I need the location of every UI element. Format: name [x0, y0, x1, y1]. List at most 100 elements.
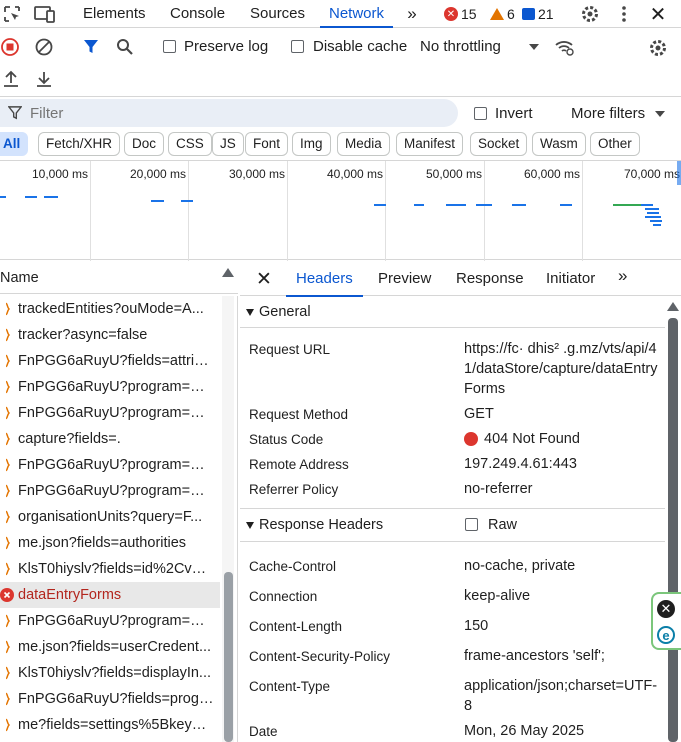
request-row[interactable]: FnPGG6aRuyU?program=Kl...: [0, 452, 220, 478]
request-row[interactable]: FnPGG6aRuyU?program=Kl...: [0, 400, 220, 426]
throttling-dropdown-icon[interactable]: [529, 44, 539, 50]
search-icon[interactable]: [115, 37, 135, 57]
chip-js[interactable]: JS: [212, 132, 244, 156]
request-row[interactable]: FnPGG6aRuyU?program=Kl...: [0, 608, 220, 634]
import-har-icon[interactable]: [1, 68, 21, 90]
request-row[interactable]: dataEntryForms: [0, 582, 220, 608]
request-name: me?fields=settings%5BkeyU...: [18, 717, 214, 733]
response-header-value: keep-alive: [464, 588, 531, 604]
chip-socket[interactable]: Socket: [470, 132, 528, 156]
request-row[interactable]: FnPGG6aRuyU?program=Kl...: [0, 478, 220, 504]
response-headers-section-header[interactable]: Response Headers Raw: [240, 511, 665, 539]
chip-css[interactable]: CSS: [168, 132, 212, 156]
request-row[interactable]: KlsT0hiyslv?fields=id%2Cver...: [0, 556, 220, 582]
preserve-log-label: Preserve log: [184, 38, 269, 55]
tab-headers[interactable]: Headers: [286, 270, 363, 297]
kebab-menu-icon[interactable]: [616, 4, 632, 24]
request-name: FnPGG6aRuyU?program=Kl...: [18, 483, 214, 499]
chip-other[interactable]: Other: [590, 132, 640, 156]
chip-all[interactable]: All: [0, 132, 29, 156]
tab-initiator[interactable]: Initiator: [546, 270, 595, 287]
chip-img[interactable]: Img: [292, 132, 331, 156]
throttling-select[interactable]: No throttling: [420, 38, 501, 55]
inspect-element-icon[interactable]: [2, 4, 22, 24]
filter-input[interactable]: [30, 105, 430, 122]
response-header-key: Connection: [249, 589, 318, 604]
more-tabs-icon[interactable]: »: [402, 4, 422, 24]
extension-logo-icon[interactable]: e: [657, 626, 675, 644]
timeline-cursor[interactable]: [677, 161, 681, 185]
tab-elements[interactable]: Elements: [83, 0, 146, 28]
chip-manifest[interactable]: Manifest: [396, 132, 464, 156]
disable-cache-checkbox[interactable]: [291, 40, 304, 53]
raw-checkbox[interactable]: [465, 518, 478, 531]
gridline: [385, 161, 386, 261]
more-detail-tabs-icon[interactable]: »: [618, 266, 627, 286]
close-detail-icon[interactable]: ✕: [256, 268, 272, 291]
request-list-scroll-thumb[interactable]: [224, 572, 233, 742]
more-filters-dropdown-icon[interactable]: [655, 111, 665, 117]
network-overview-timeline[interactable]: 10,000 ms 20,000 ms 30,000 ms 40,000 ms …: [0, 160, 681, 261]
request-row[interactable]: trackedEntities?ouMode=A...: [0, 296, 220, 322]
network-settings-gear-icon[interactable]: [647, 37, 669, 59]
timeline-bar: [151, 200, 164, 202]
timeline-bar: [44, 196, 58, 198]
request-error-icon: [0, 588, 14, 602]
chip-wasm[interactable]: Wasm: [532, 132, 586, 156]
extension-close-icon[interactable]: ✕: [657, 600, 675, 618]
response-header-value: 150: [464, 618, 489, 634]
tab-sources[interactable]: Sources: [250, 0, 305, 28]
tab-preview[interactable]: Preview: [378, 270, 431, 287]
invert-checkbox[interactable]: [474, 107, 487, 120]
chip-doc[interactable]: Doc: [124, 132, 165, 156]
filter-box[interactable]: [0, 99, 458, 127]
preserve-log-checkbox[interactable]: [163, 40, 176, 53]
error-icon: ✕: [444, 7, 458, 21]
request-row[interactable]: me.json?fields=authorities: [0, 530, 220, 556]
chip-font[interactable]: Font: [245, 132, 289, 156]
close-devtools-icon[interactable]: ✕: [648, 4, 668, 26]
message-count-badge[interactable]: 21: [522, 4, 554, 24]
request-row[interactable]: me?fields=settings%5BkeyU...: [0, 712, 220, 738]
sort-up-icon[interactable]: [222, 268, 234, 277]
chip-media[interactable]: Media: [337, 132, 390, 156]
request-name: FnPGG6aRuyU?fields=progr...: [18, 691, 214, 707]
request-row[interactable]: FnPGG6aRuyU?program=Kl...: [0, 374, 220, 400]
message-icon: [522, 8, 535, 20]
fetch-braces-icon: [0, 432, 11, 446]
more-filters-button[interactable]: More filters: [571, 105, 645, 122]
referrer-policy-value: no-referrer: [464, 481, 533, 497]
filter-icon: [8, 106, 22, 120]
device-toolbar-icon[interactable]: [34, 4, 56, 24]
network-conditions-wifi-icon[interactable]: [554, 37, 576, 57]
export-har-icon[interactable]: [34, 68, 54, 90]
request-row[interactable]: FnPGG6aRuyU?fields=progr...: [0, 686, 220, 712]
chip-fetch-xhr[interactable]: Fetch/XHR: [38, 132, 121, 156]
clear-log-icon[interactable]: [34, 37, 54, 57]
name-column-header[interactable]: Name: [0, 270, 39, 286]
tab-console[interactable]: Console: [170, 0, 225, 28]
settings-gear-icon[interactable]: [579, 3, 601, 25]
request-row[interactable]: capture?fields=.: [0, 426, 220, 452]
detail-scroll-thumb[interactable]: [668, 318, 678, 742]
request-row[interactable]: KlsT0hiyslv?fields=displayIn...: [0, 660, 220, 686]
warning-count-badge[interactable]: 6: [490, 4, 515, 24]
filter-funnel-icon[interactable]: [81, 37, 101, 57]
response-header-key: Content-Type: [249, 679, 331, 694]
request-row[interactable]: tracker?async=false: [0, 322, 220, 348]
tick-label: 30,000 ms: [229, 167, 286, 181]
response-header-value: Mon, 26 May 2025: [464, 723, 585, 739]
tab-network[interactable]: Network: [320, 0, 394, 28]
fetch-braces-icon: [0, 328, 11, 342]
request-row[interactable]: me.json?fields=userCredent...: [0, 634, 220, 660]
request-row[interactable]: organisationUnits?query=F...: [0, 504, 220, 530]
error-count-badge[interactable]: ✕ 15: [444, 4, 477, 24]
request-row[interactable]: FnPGG6aRuyU?fields=attrib...: [0, 348, 220, 374]
general-section-header[interactable]: General: [240, 298, 665, 326]
timeline-bar: [414, 204, 424, 206]
record-stop-icon[interactable]: [0, 37, 20, 57]
detail-scroll-up-icon[interactable]: [667, 302, 679, 311]
fetch-braces-icon: [0, 510, 11, 524]
gridline: [287, 161, 288, 261]
tab-response[interactable]: Response: [456, 270, 524, 287]
